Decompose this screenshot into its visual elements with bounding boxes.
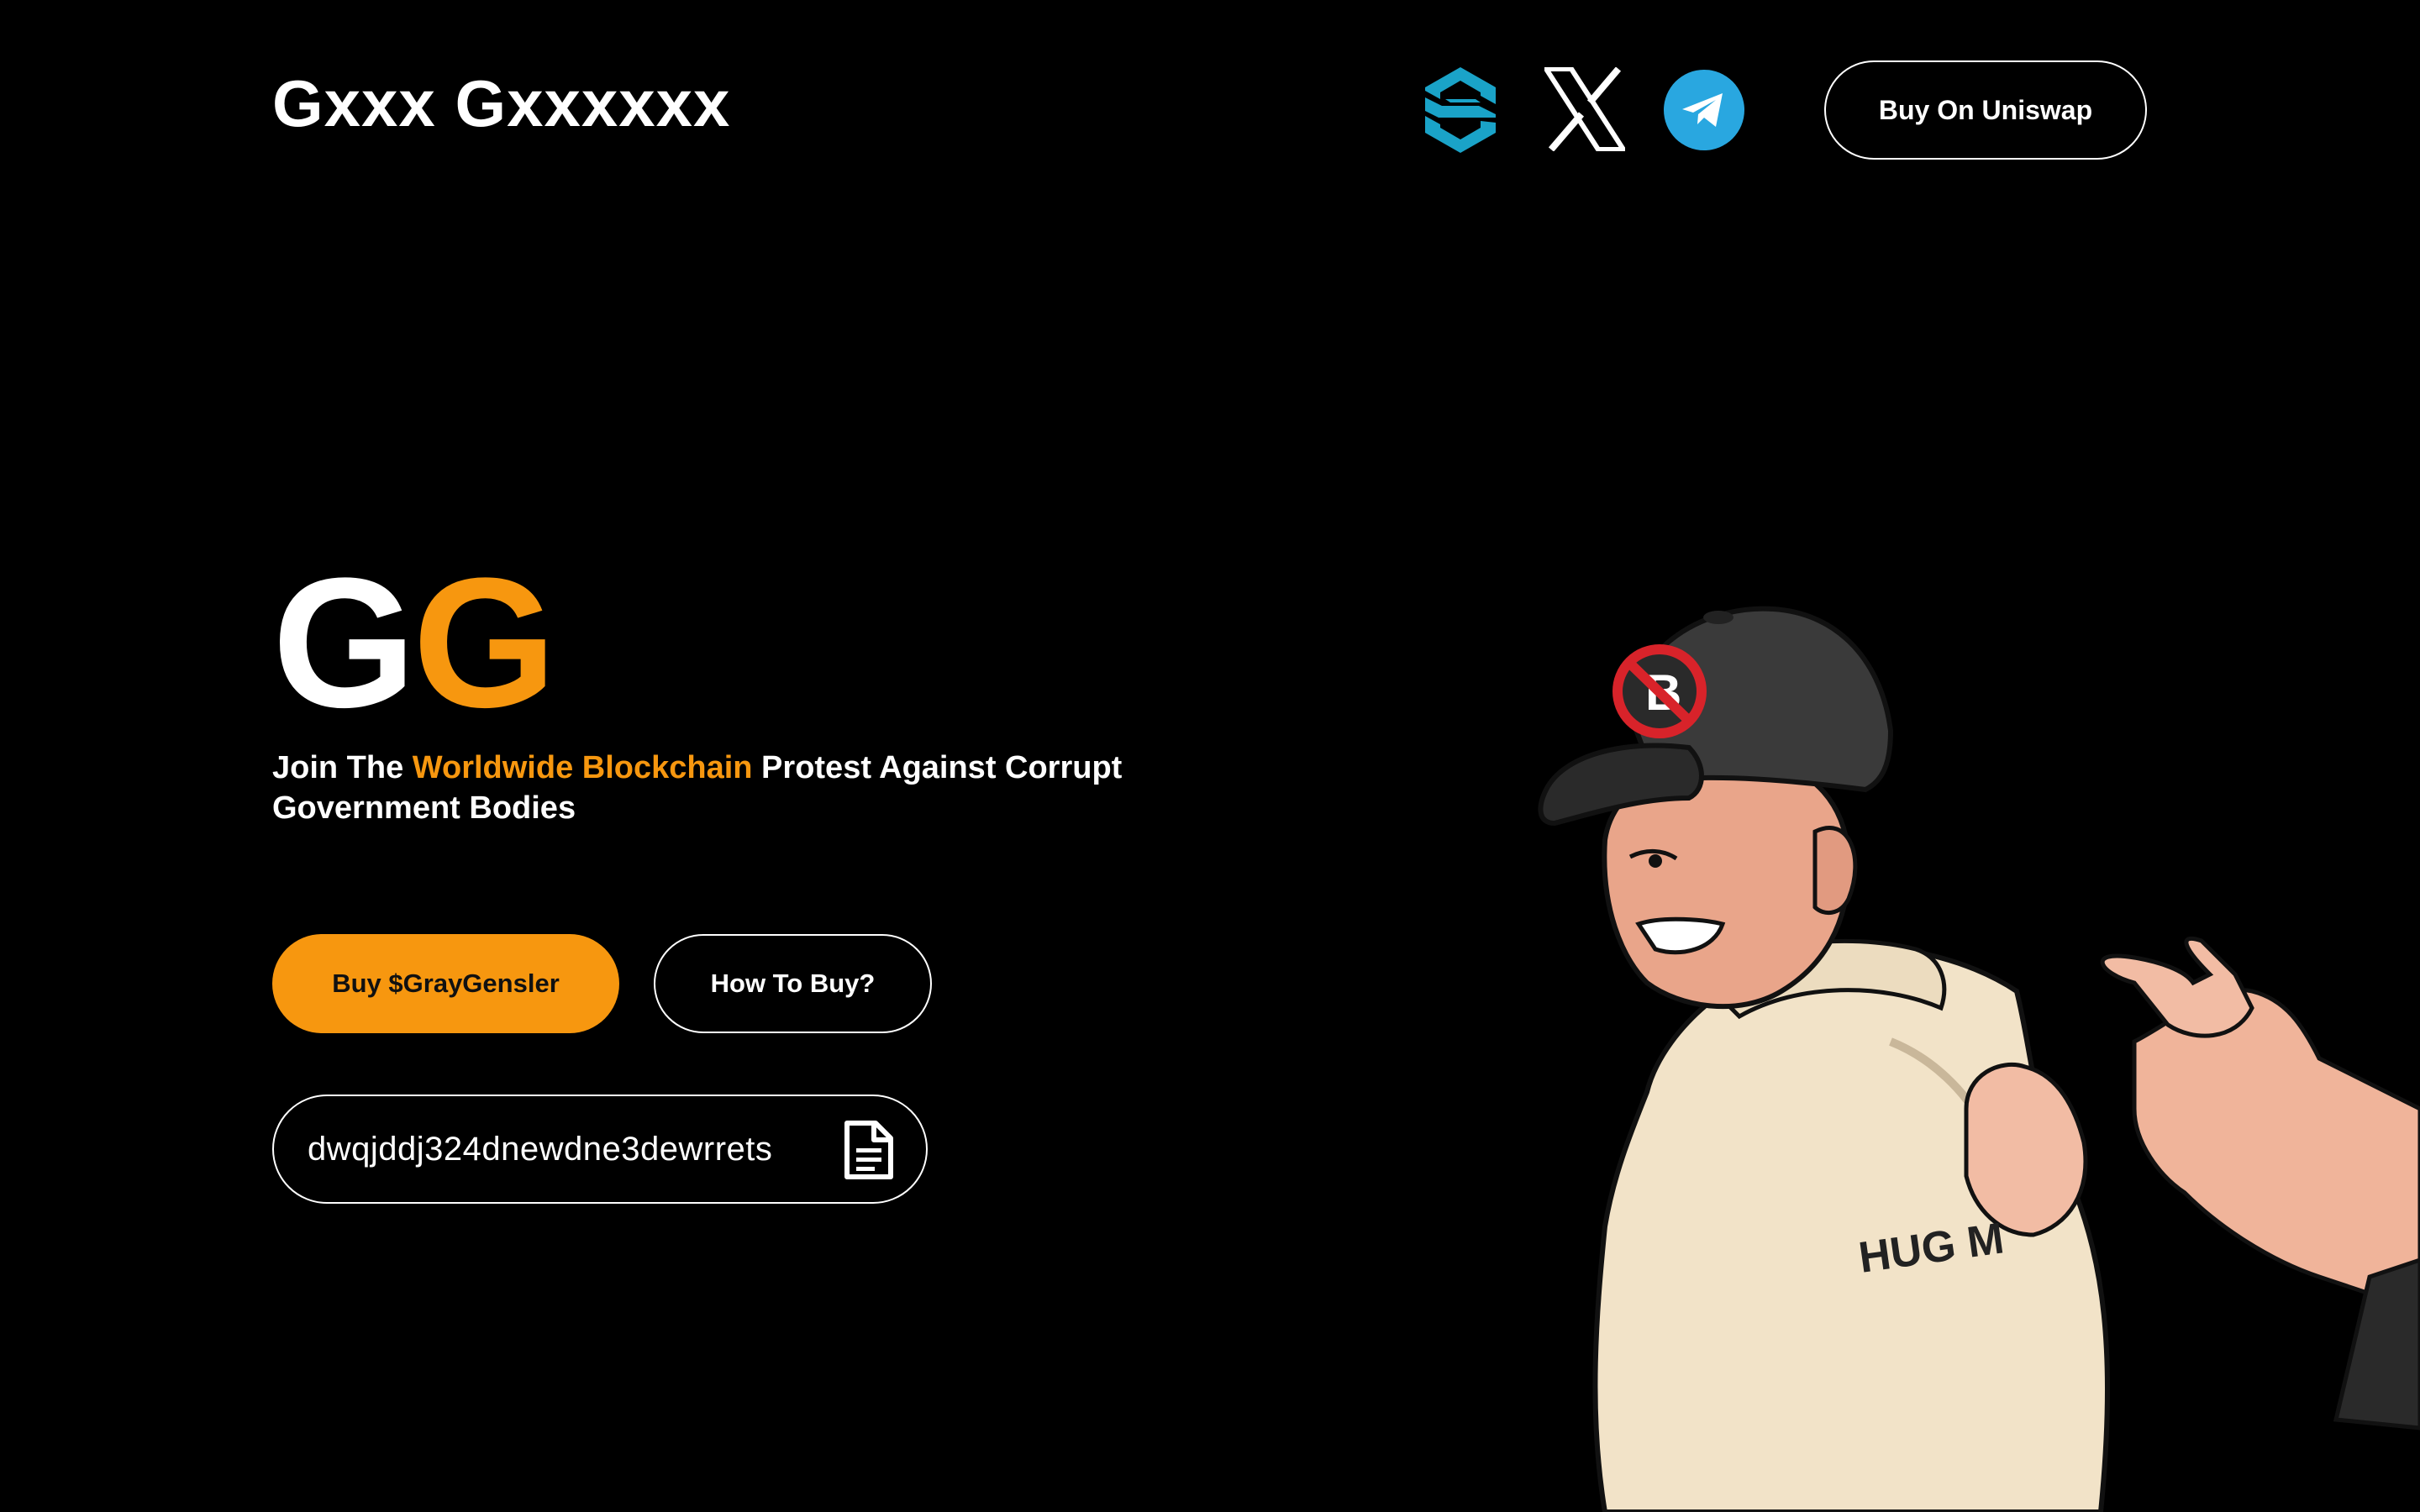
- buy-token-button[interactable]: Buy $GrayGensler: [272, 934, 619, 1033]
- tagline-highlight: Worldwide Blockchain: [412, 750, 753, 785]
- telegram-icon[interactable]: [1664, 70, 1744, 150]
- tagline-prefix: Join The: [272, 750, 413, 785]
- logo-letter-orange: G: [413, 539, 556, 746]
- dextools-icon[interactable]: [1420, 67, 1501, 153]
- hero-tagline: Join The Worldwide Blockchain Protest Ag…: [272, 748, 1197, 828]
- site-brand[interactable]: Gxxx Gxxxxxx: [272, 71, 730, 136]
- copy-document-icon[interactable]: [844, 1120, 894, 1180]
- hero-logo: GG: [272, 550, 556, 735]
- logo-letter-white: G: [272, 539, 416, 746]
- how-to-buy-button[interactable]: How To Buy?: [654, 934, 932, 1033]
- buy-on-uniswap-button[interactable]: Buy On Uniswap: [1824, 60, 2147, 160]
- mascot-illustration: HUG M B: [1538, 606, 2420, 1512]
- contract-address-box[interactable]: dwqjddj324dnewdne3dewrrets: [272, 1095, 928, 1204]
- contract-address[interactable]: dwqjddj324dnewdne3dewrrets: [308, 1131, 772, 1168]
- x-icon[interactable]: [1544, 67, 1625, 151]
